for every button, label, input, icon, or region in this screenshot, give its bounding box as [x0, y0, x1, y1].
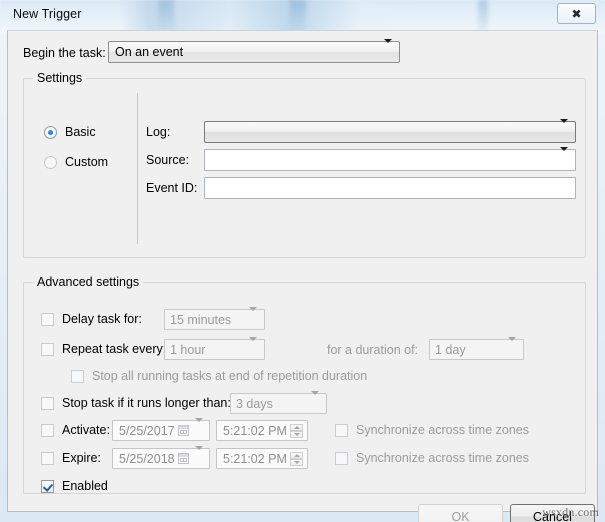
expire-time-picker[interactable]: 5:21:02 PM — [216, 448, 308, 469]
stop-all-running-checkbox-box — [71, 369, 84, 383]
activate-checkbox-box — [41, 423, 54, 437]
glass-streak-1 — [158, 0, 174, 34]
activate-time-spinner[interactable] — [290, 424, 303, 439]
delay-task-checkbox[interactable]: Delay task for: — [41, 312, 142, 326]
calendar-icon — [178, 453, 189, 464]
activate-sync-label: Synchronize across time zones — [356, 423, 529, 437]
expire-date-value: 5/25/2018 — [119, 452, 175, 466]
event-id-label: Event ID: — [146, 181, 198, 195]
radio-custom-indicator — [44, 155, 57, 169]
begin-task-combobox[interactable]: On an event — [108, 39, 400, 63]
activate-time-value: 5:21:02 PM — [223, 424, 287, 438]
stop-task-longer-checkbox-box — [41, 396, 54, 410]
expire-checkbox-box — [41, 451, 54, 465]
spinner-down-icon[interactable] — [290, 459, 303, 466]
spinner-up-icon[interactable] — [290, 424, 303, 431]
window-title: New Trigger — [13, 7, 82, 21]
expire-time-value: 5:21:02 PM — [223, 452, 287, 466]
source-combobox[interactable] — [204, 147, 576, 171]
stop-task-longer-combobox[interactable]: 3 days — [230, 390, 327, 414]
repeat-task-label: Repeat task every: — [62, 342, 167, 356]
ok-button[interactable]: OK — [418, 504, 503, 522]
activate-date-value: 5/25/2017 — [119, 424, 175, 438]
screenshot-root: New Trigger ✖ Begin the task: On an even… — [0, 0, 605, 522]
expire-sync-checkbox[interactable]: Synchronize across time zones — [335, 451, 529, 465]
expire-sync-checkbox-box — [335, 451, 348, 465]
chevron-down-icon — [195, 445, 203, 468]
chevron-down-icon — [249, 306, 257, 329]
advanced-settings-group: Advanced settings Delay task for: 15 min… — [23, 275, 586, 494]
chevron-down-icon — [195, 417, 203, 440]
stop-all-running-checkbox[interactable]: Stop all running tasks at end of repetit… — [71, 369, 367, 383]
chevron-down-icon — [384, 39, 392, 61]
duration-label: for a duration of: — [327, 343, 419, 357]
log-combobox[interactable] — [204, 119, 576, 143]
stop-task-longer-value: 3 days — [236, 397, 273, 411]
chevron-down-icon — [311, 390, 319, 413]
calendar-icon — [178, 425, 189, 436]
radio-basic-label: Basic — [65, 125, 96, 139]
expire-checkbox[interactable]: Expire: — [41, 451, 101, 465]
delay-task-label: Delay task for: — [62, 312, 142, 326]
radio-basic[interactable]: Basic — [44, 125, 96, 139]
spinner-up-icon[interactable] — [290, 452, 303, 459]
repeat-task-checkbox-box — [41, 342, 54, 356]
event-id-input[interactable] — [204, 177, 576, 199]
repeat-task-combobox[interactable]: 1 hour — [164, 336, 265, 360]
enabled-checkbox[interactable]: Enabled — [41, 479, 108, 493]
settings-group: Settings Basic Custom Log: Source: Event… — [23, 71, 586, 258]
log-label: Log: — [146, 125, 171, 139]
expire-time-spinner[interactable] — [290, 452, 303, 467]
expire-label: Expire: — [62, 451, 101, 465]
radio-custom[interactable]: Custom — [44, 155, 108, 169]
enabled-checkbox-box — [41, 479, 54, 493]
activate-sync-checkbox[interactable]: Synchronize across time zones — [335, 423, 529, 437]
stop-task-longer-checkbox[interactable]: Stop task if it runs longer than: — [41, 396, 231, 410]
expire-date-picker[interactable]: 5/25/2018 — [112, 445, 210, 469]
activate-date-picker[interactable]: 5/25/2017 — [112, 417, 210, 441]
close-button[interactable]: ✖ — [557, 3, 596, 24]
delay-task-combobox[interactable]: 15 minutes — [164, 306, 265, 330]
activate-sync-checkbox-box — [335, 423, 348, 437]
radio-basic-indicator — [44, 125, 57, 139]
duration-combobox[interactable]: 1 day — [429, 336, 524, 360]
advanced-settings-group-title: Advanced settings — [33, 275, 144, 289]
expire-sync-label: Synchronize across time zones — [356, 451, 529, 465]
spinner-down-icon[interactable] — [290, 431, 303, 438]
watermark: wsxdn.com — [542, 505, 599, 519]
settings-vertical-separator — [137, 93, 138, 244]
activate-checkbox[interactable]: Activate: — [41, 423, 110, 437]
chevron-down-icon — [249, 336, 257, 359]
activate-label: Activate: — [62, 423, 110, 437]
dialog-client-area: Begin the task: On an event Settings Bas… — [7, 30, 598, 522]
begin-task-label: Begin the task: — [23, 46, 106, 60]
ok-button-label: OK — [451, 509, 470, 522]
stop-all-running-label: Stop all running tasks at end of repetit… — [92, 369, 368, 383]
new-trigger-dialog: New Trigger ✖ Begin the task: On an even… — [0, 0, 605, 522]
chevron-down-icon — [560, 119, 568, 141]
glass-streak-3 — [478, 0, 488, 34]
title-bar[interactable]: New Trigger ✖ — [0, 0, 605, 34]
repeat-task-value: 1 hour — [170, 343, 206, 357]
activate-time-picker[interactable]: 5:21:02 PM — [216, 420, 308, 441]
duration-value: 1 day — [435, 343, 466, 357]
settings-group-title: Settings — [33, 71, 87, 85]
close-icon: ✖ — [571, 6, 582, 21]
begin-task-value: On an event — [115, 45, 184, 59]
glass-streak-2 — [290, 0, 306, 34]
repeat-task-checkbox[interactable]: Repeat task every: — [41, 342, 166, 356]
radio-custom-label: Custom — [65, 155, 109, 169]
delay-task-checkbox-box — [41, 312, 54, 326]
delay-task-value: 15 minutes — [170, 313, 232, 327]
enabled-label: Enabled — [62, 479, 108, 493]
chevron-down-icon — [560, 147, 568, 169]
source-label: Source: — [146, 153, 190, 167]
stop-task-longer-label: Stop task if it runs longer than: — [62, 396, 231, 410]
chevron-down-icon — [508, 336, 516, 359]
